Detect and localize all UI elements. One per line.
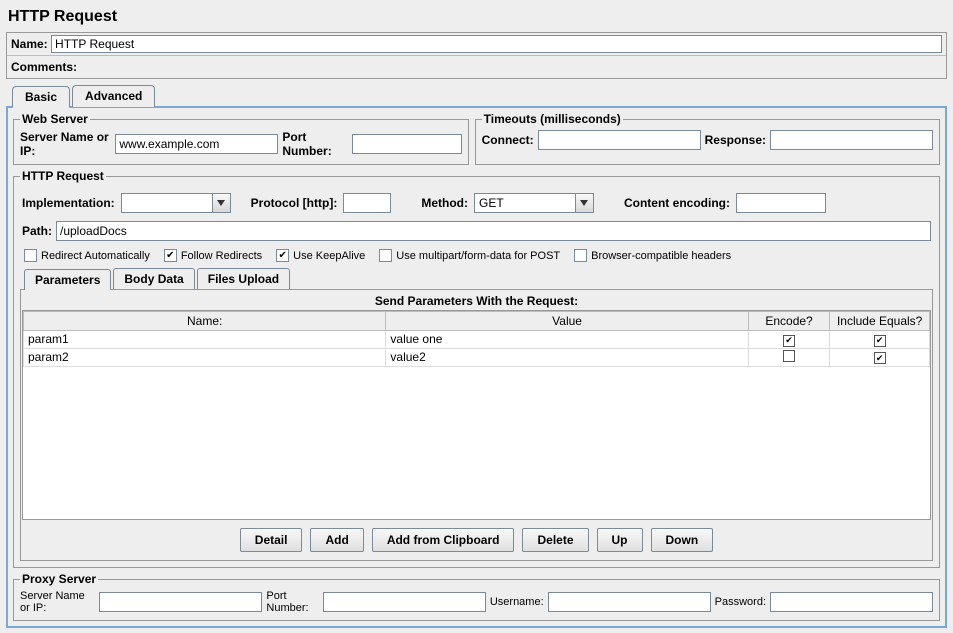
comments-label: Comments: (11, 60, 77, 74)
port-label: Port Number: (282, 130, 347, 158)
proto-label: Protocol [http]: (251, 196, 338, 210)
browser-hdrs-checkbox[interactable]: Browser-compatible headers (574, 249, 731, 262)
path-label: Path: (22, 224, 52, 238)
server-input[interactable] (115, 134, 278, 154)
proxy-server-input[interactable] (99, 592, 262, 612)
page-title: HTTP Request (8, 8, 947, 26)
path-input[interactable] (56, 221, 931, 241)
timeouts-legend: Timeouts (milliseconds) (482, 112, 623, 126)
proxy-user-input[interactable] (548, 592, 711, 612)
basic-panel: Web Server Server Name or IP: Port Numbe… (6, 106, 947, 628)
multipart-checkbox[interactable]: Use multipart/form-data for POST (379, 249, 560, 262)
proxy-pass-input[interactable] (770, 592, 933, 612)
proxy-server-label: Server Name or IP: (20, 590, 95, 614)
response-label: Response: (705, 133, 766, 147)
col-encode[interactable]: Encode? (748, 312, 830, 331)
enc-input[interactable] (736, 193, 826, 213)
tab-parameters[interactable]: Parameters (24, 269, 111, 290)
main-tab-strip: Basic Advanced (6, 85, 947, 107)
parameters-panel: Send Parameters With the Request: Name: … (20, 289, 933, 561)
connect-input[interactable] (538, 130, 701, 150)
follow-redir-checkbox[interactable]: ✔Follow Redirects (164, 249, 262, 262)
enc-label: Content encoding: (624, 196, 730, 210)
web-server-legend: Web Server (20, 112, 90, 126)
sub-tab-strip: Parameters Body Data Files Upload (20, 268, 933, 289)
proxy-fieldset: Proxy Server Server Name or IP: Port Num… (13, 572, 940, 621)
redir-auto-checkbox[interactable]: Redirect Automatically (24, 249, 150, 262)
name-comments-box: Name: Comments: (6, 32, 947, 79)
col-include[interactable]: Include Equals? (830, 312, 930, 331)
proxy-port-label: Port Number: (266, 590, 318, 614)
method-value: GET (475, 196, 575, 210)
up-button[interactable]: Up (597, 528, 643, 552)
method-label: Method: (421, 196, 468, 210)
table-row[interactable]: param2value2✔ (24, 348, 930, 366)
method-select[interactable]: GET (474, 193, 594, 213)
tab-advanced[interactable]: Advanced (72, 85, 155, 107)
impl-select[interactable] (121, 193, 231, 213)
keepalive-label: Use KeepAlive (293, 250, 365, 262)
multipart-label: Use multipart/form-data for POST (396, 250, 560, 262)
response-input[interactable] (770, 130, 933, 150)
proxy-pass-label: Password: (715, 596, 766, 608)
col-value[interactable]: Value (386, 312, 748, 331)
table-row[interactable]: param1value one✔✔ (24, 331, 930, 349)
http-request-fieldset: HTTP Request Implementation: Protocol [h… (13, 169, 940, 568)
proxy-user-label: Username: (490, 596, 544, 608)
follow-redir-label: Follow Redirects (181, 250, 262, 262)
keepalive-checkbox[interactable]: ✔Use KeepAlive (276, 249, 365, 262)
connect-label: Connect: (482, 133, 534, 147)
proxy-port-input[interactable] (323, 592, 486, 612)
server-label: Server Name or IP: (20, 130, 111, 158)
name-label: Name: (11, 37, 48, 51)
delete-button[interactable]: Delete (522, 528, 588, 552)
proto-input[interactable] (343, 193, 391, 213)
web-server-fieldset: Web Server Server Name or IP: Port Numbe… (13, 112, 469, 165)
params-title: Send Parameters With the Request: (21, 290, 932, 310)
chevron-down-icon (575, 194, 593, 212)
tab-files-upload[interactable]: Files Upload (197, 268, 290, 289)
params-grid[interactable]: Name: Value Encode? Include Equals? para… (22, 310, 931, 520)
proxy-legend: Proxy Server (20, 572, 98, 586)
impl-label: Implementation: (22, 196, 115, 210)
chevron-down-icon (212, 194, 230, 212)
detail-button[interactable]: Detail (240, 528, 303, 552)
http-request-legend: HTTP Request (20, 169, 106, 183)
down-button[interactable]: Down (651, 528, 714, 552)
col-name[interactable]: Name: (24, 312, 386, 331)
timeouts-fieldset: Timeouts (milliseconds) Connect: Respons… (475, 112, 940, 165)
redir-auto-label: Redirect Automatically (41, 250, 150, 262)
browser-hdrs-label: Browser-compatible headers (591, 250, 731, 262)
port-input[interactable] (352, 134, 462, 154)
name-input[interactable] (51, 35, 942, 53)
tab-body-data[interactable]: Body Data (113, 268, 194, 289)
add-clipboard-button[interactable]: Add from Clipboard (372, 528, 515, 552)
tab-basic[interactable]: Basic (12, 86, 70, 108)
add-button[interactable]: Add (310, 528, 363, 552)
